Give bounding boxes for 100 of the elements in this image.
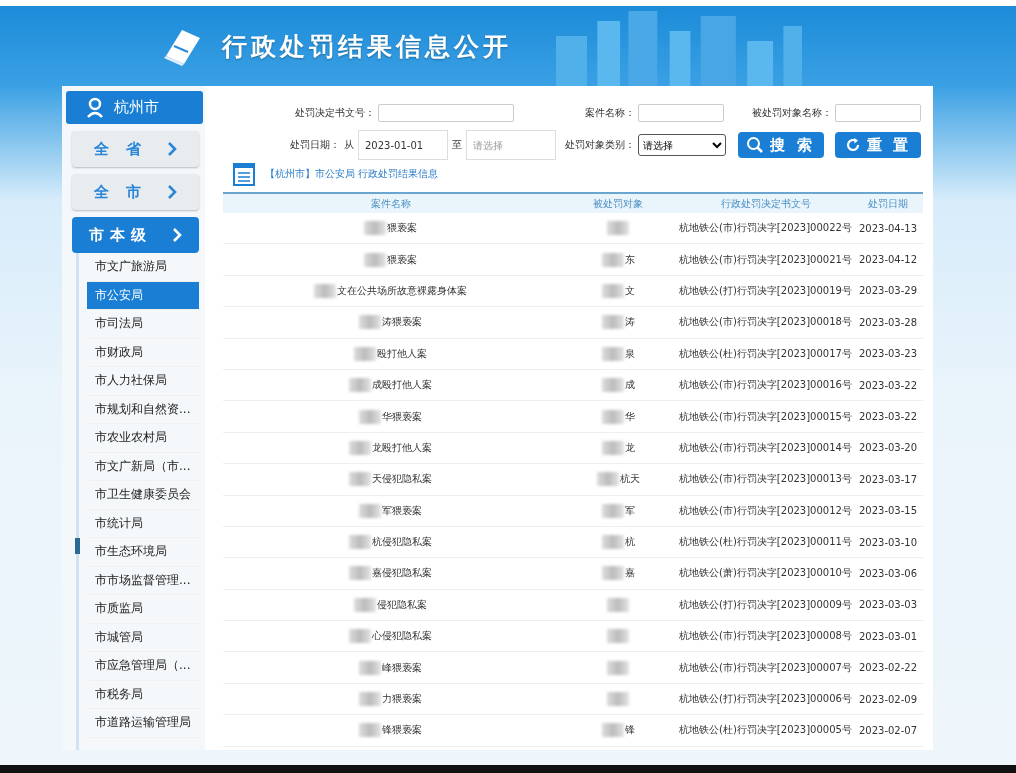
department-item[interactable]: 市规划和自然资... xyxy=(87,395,199,424)
redaction-blur xyxy=(601,378,624,393)
start-date-field[interactable]: 2023-01-01 xyxy=(358,130,448,160)
document-number-cell: 杭地铁公(市)行罚决字[2023]00007号 xyxy=(679,661,852,673)
redaction-blur xyxy=(359,315,381,330)
field-label: 案件名称： xyxy=(584,106,636,120)
redaction-blur xyxy=(601,252,624,267)
case-name-cell[interactable]: 军猥亵案 xyxy=(382,504,422,516)
document-number-cell: 杭地铁公(市)行罚决字[2023]00013号 xyxy=(679,473,852,485)
case-name-cell[interactable]: 华猥亵案 xyxy=(382,410,422,422)
document-number-cell: 杭地铁公(市)行罚决字[2023]00008号 xyxy=(679,630,852,642)
case-name-cell[interactable]: 峰猥亵案 xyxy=(382,661,422,673)
date-cell: 2023-02-09 xyxy=(858,693,918,705)
subject-cell: 华 xyxy=(624,410,635,422)
column-header: 被处罚对象 xyxy=(558,193,678,213)
document-number-cell: 杭地铁公(杜)行罚决字[2023]00005号 xyxy=(679,724,852,736)
date-cell: 2023-04-12 xyxy=(858,254,918,266)
redaction-blur xyxy=(349,472,371,487)
department-item[interactable]: 市质监局 xyxy=(87,595,199,624)
chevron-icon xyxy=(172,228,182,242)
redaction-blur xyxy=(349,629,371,644)
date-cell: 2023-03-28 xyxy=(858,316,918,328)
reset-button[interactable]: 重 置 xyxy=(835,132,921,158)
document-number-cell: 杭地铁公(市)行罚决字[2023]00021号 xyxy=(679,253,852,265)
department-item[interactable]: 市财政局 xyxy=(87,338,199,367)
department-item[interactable]: 市文广旅游局 xyxy=(87,253,199,282)
document-number-cell: 杭地铁公(市)行罚决字[2023]00014号 xyxy=(679,441,852,453)
document-number-cell: 杭地铁公(市)行罚决字[2023]00016号 xyxy=(679,379,852,391)
date-cell: 2023-03-17 xyxy=(858,473,918,485)
document-number-cell: 杭地铁公(打)行罚决字[2023]00019号 xyxy=(679,284,852,296)
department-item[interactable]: 市道路运输管理局 xyxy=(87,709,199,738)
redaction-blur xyxy=(601,315,624,330)
date-cell: 2023-03-22 xyxy=(858,411,918,423)
department-item[interactable]: 市城管局 xyxy=(87,623,199,652)
subject-cell: 涛 xyxy=(624,316,635,328)
list-icon xyxy=(233,162,255,186)
case-name-cell[interactable]: 力猥亵案 xyxy=(382,693,422,705)
redaction-blur xyxy=(606,692,629,707)
search-button[interactable]: 搜 索 xyxy=(737,132,824,158)
case-name-cell[interactable]: 杭侵犯隐私案 xyxy=(372,536,432,548)
subject-name-field[interactable] xyxy=(835,104,921,122)
city-header[interactable]: 杭州市 xyxy=(66,91,203,124)
scrollbar[interactable] xyxy=(76,253,79,750)
subject-cell: 龙 xyxy=(624,441,635,453)
case-name-cell[interactable]: 殴打他人案 xyxy=(377,347,427,359)
search-icon xyxy=(746,136,765,154)
case-name-cell[interactable]: 成殴打他人案 xyxy=(372,379,432,391)
redaction-blur xyxy=(349,566,371,581)
case-name-cell[interactable]: 侵犯隐私案 xyxy=(377,598,427,610)
case-name-cell[interactable]: 猥亵案 xyxy=(387,253,417,265)
redaction-blur xyxy=(601,535,624,550)
department-item[interactable]: 市司法局 xyxy=(87,310,199,339)
redaction-blur xyxy=(596,472,619,487)
redaction-blur xyxy=(601,566,624,581)
department-item[interactable]: 市农业农村局 xyxy=(87,424,199,453)
redaction-blur xyxy=(349,535,371,550)
document-number-cell: 杭地铁公(打)行罚决字[2023]00009号 xyxy=(679,598,852,610)
case-name-cell[interactable]: 涛猥亵案 xyxy=(382,316,422,328)
redaction-blur xyxy=(359,409,381,424)
case-name-cell[interactable]: 嘉侵犯隐私案 xyxy=(372,567,432,579)
department-item[interactable]: 市统计局 xyxy=(87,509,199,538)
document-number-cell: 杭地铁公(市)行罚决字[2023]00015号 xyxy=(679,410,852,422)
redaction-blur xyxy=(601,409,624,424)
breadcrumb: 【杭州市】市公安局 行政处罚结果信息 xyxy=(265,167,439,181)
redaction-blur xyxy=(606,597,629,612)
department-item[interactable]: 市生态环境局 xyxy=(87,538,199,567)
case-name-field[interactable] xyxy=(638,104,724,122)
department-item[interactable]: 市人力社保局 xyxy=(87,367,199,396)
case-name-cell[interactable]: 文在公共场所故意裸露身体案 xyxy=(337,284,467,296)
case-name-cell[interactable]: 天侵犯隐私案 xyxy=(372,473,432,485)
document-number-cell: 杭地铁公(市)行罚决字[2023]00022号 xyxy=(679,222,852,234)
category-dropdown[interactable]: 请选择 xyxy=(638,134,726,156)
redaction-blur xyxy=(606,660,629,675)
department-item[interactable]: 市应急管理局（... xyxy=(87,652,199,681)
column-header: 案件名称 xyxy=(223,193,558,213)
level-tab[interactable]: 市本级 xyxy=(72,217,199,253)
field-label: 处罚决定书文号： xyxy=(294,106,376,120)
end-date-field[interactable]: 请选择 xyxy=(466,130,556,160)
redaction-blur xyxy=(359,723,381,738)
document-number-cell: 杭地铁公(杜)行罚决字[2023]00011号 xyxy=(679,536,852,548)
department-item[interactable]: 市市场监督管理... xyxy=(87,566,199,595)
department-item[interactable]: 市税务局 xyxy=(87,680,199,709)
department-item[interactable]: 市卫生健康委员会 xyxy=(87,481,199,510)
document-number-field[interactable] xyxy=(378,104,514,122)
case-name-cell[interactable]: 猥亵案 xyxy=(387,222,417,234)
date-cell: 2023-03-10 xyxy=(858,536,918,548)
column-header: 处罚日期 xyxy=(853,193,923,213)
case-name-cell[interactable]: 心侵犯隐私案 xyxy=(372,630,432,642)
date-cell: 2023-03-29 xyxy=(858,285,918,297)
redaction-blur xyxy=(359,660,381,675)
field-label: 处罚日期： xyxy=(290,138,340,152)
redaction-blur xyxy=(601,283,624,298)
date-cell: 2023-03-03 xyxy=(858,599,918,611)
department-item[interactable]: 市公安局 xyxy=(87,281,199,310)
document-number-cell: 杭地铁公(萧)行罚决字[2023]00010号 xyxy=(679,567,852,579)
redaction-blur xyxy=(359,692,381,707)
case-name-cell[interactable]: 龙殴打他人案 xyxy=(372,441,432,453)
chevron-icon xyxy=(167,185,178,199)
department-item[interactable]: 市文广新局（市... xyxy=(87,452,199,481)
case-name-cell[interactable]: 锋猥亵案 xyxy=(382,724,422,736)
